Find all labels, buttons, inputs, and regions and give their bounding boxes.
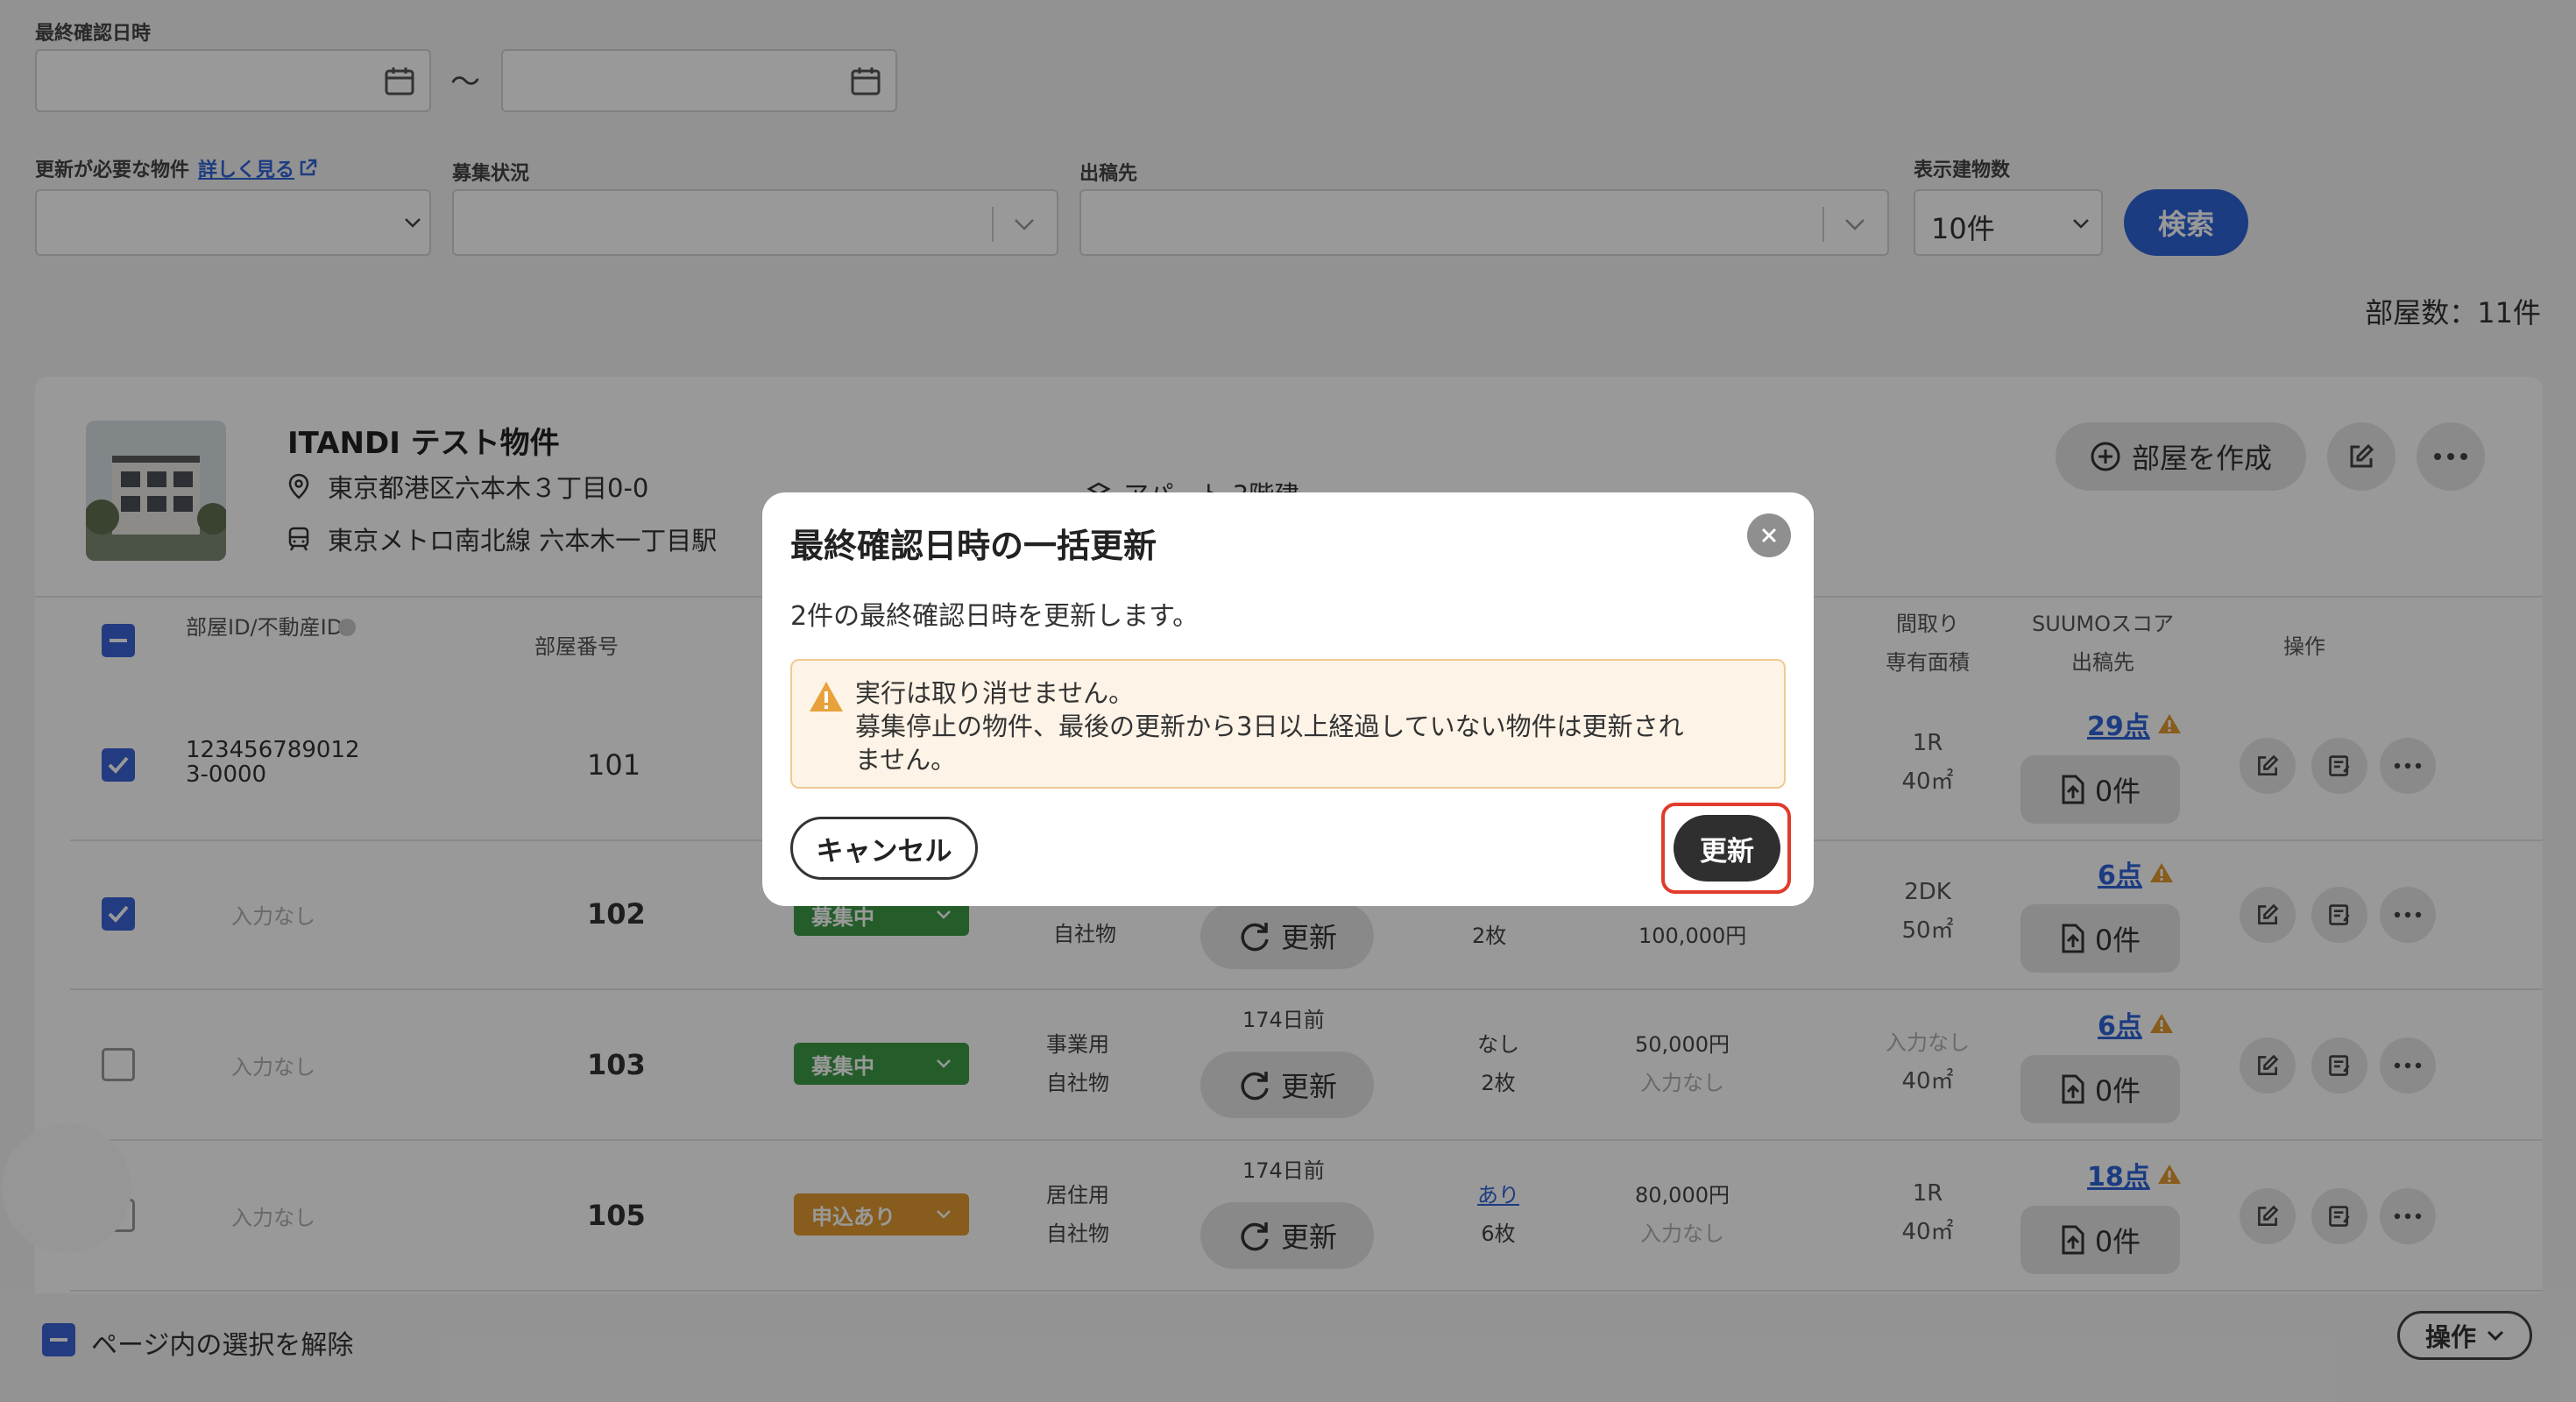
dialog-title: 最終確認日時の一括更新 xyxy=(790,527,1157,565)
warning-line: 実行は取り消せません。 xyxy=(855,678,1135,708)
warning-line: 募集停止の物件、最後の更新から3日以上経過していない物件は更新され xyxy=(855,712,1684,741)
confirm-update-button[interactable]: 更新 xyxy=(1674,815,1780,882)
warning-line: ません。 xyxy=(855,745,957,775)
warning-text: 実行は取り消せません。 募集停止の物件、最後の更新から3日以上経過していない物件… xyxy=(855,676,1684,776)
warning-alert: 実行は取り消せません。 募集停止の物件、最後の更新から3日以上経過していない物件… xyxy=(790,659,1786,789)
warning-icon xyxy=(810,682,843,712)
dialog-description: 2件の最終確認日時を更新します。 xyxy=(790,601,1200,632)
close-button[interactable] xyxy=(1747,513,1791,557)
cancel-button[interactable]: キャンセル xyxy=(790,817,978,880)
bulk-update-dialog: 最終確認日時の一括更新 2件の最終確認日時を更新します。 実行は取り消せません。… xyxy=(762,492,1814,906)
close-icon xyxy=(1761,528,1777,543)
